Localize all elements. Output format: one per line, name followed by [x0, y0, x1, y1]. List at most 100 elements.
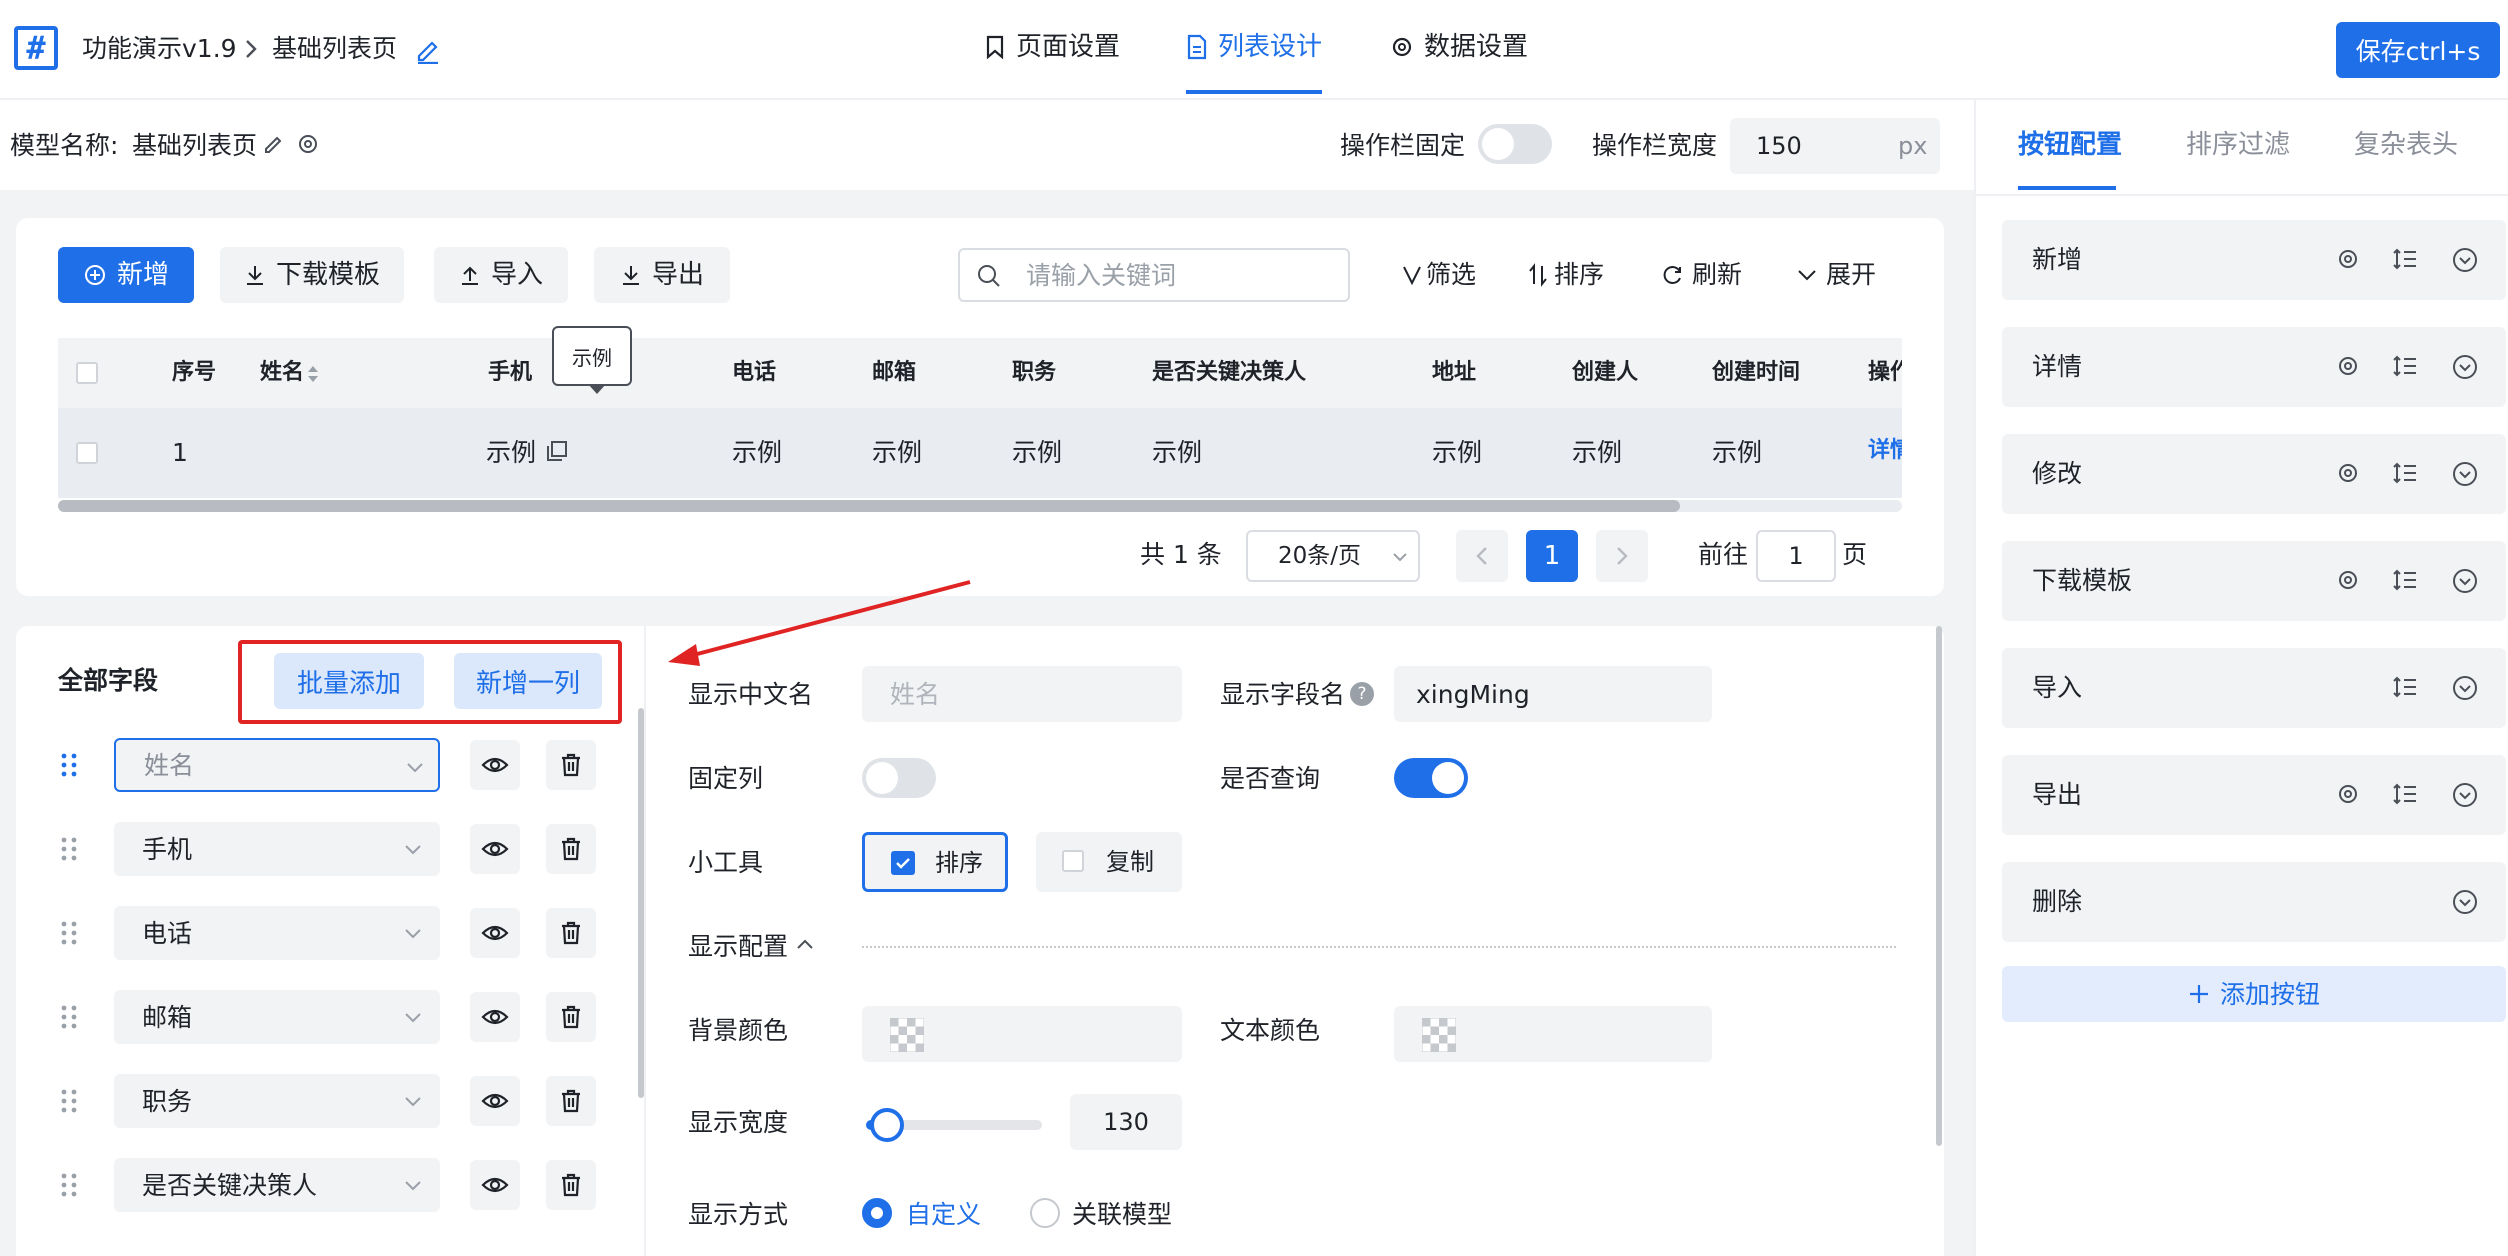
sort-list-icon[interactable]	[2392, 247, 2418, 271]
display-config-label[interactable]: 显示配置	[688, 934, 788, 959]
sort-list-icon[interactable]	[2392, 568, 2418, 592]
delete-trash-icon[interactable]	[546, 1160, 596, 1210]
visibility-eye-icon[interactable]	[470, 1076, 520, 1126]
chevron-down-icon[interactable]	[2452, 247, 2478, 273]
add-custom-button[interactable]: 添加按钮	[2002, 966, 2506, 1022]
drag-handle-icon[interactable]	[60, 836, 80, 862]
tab-complex-header[interactable]: 复杂表头	[2354, 132, 2458, 158]
page-size-select[interactable]: 20条/页	[1246, 530, 1420, 582]
expand-button[interactable]: 展开	[1796, 262, 1876, 287]
sort-list-icon[interactable]	[2392, 354, 2418, 378]
tool-copy-checkbox[interactable]: 复制	[1036, 832, 1182, 892]
add-button[interactable]: 新增	[58, 247, 194, 303]
field-select[interactable]: 邮箱	[114, 990, 440, 1044]
delete-trash-icon[interactable]	[546, 908, 596, 958]
select-all-checkbox[interactable]	[76, 362, 98, 384]
drag-handle-icon[interactable]	[60, 752, 80, 778]
fields-scrollbar[interactable]	[638, 708, 644, 1098]
query-switch[interactable]	[1394, 758, 1468, 798]
chevron-down-icon[interactable]	[2452, 354, 2478, 380]
delete-trash-icon[interactable]	[546, 992, 596, 1042]
bg-color-picker[interactable]	[862, 1006, 1182, 1062]
gear-icon[interactable]	[2336, 461, 2360, 485]
radio-related-model[interactable]	[1030, 1198, 1060, 1228]
filter-button[interactable]: 筛选	[1402, 262, 1476, 287]
delete-trash-icon[interactable]	[546, 824, 596, 874]
tab-page-settings[interactable]: 页面设置	[984, 34, 1120, 60]
keyword-search-input[interactable]: 请输入关键词	[958, 248, 1350, 302]
app-logo-icon[interactable]: #	[14, 26, 58, 70]
tab-button-config[interactable]: 按钮配置	[2018, 132, 2122, 158]
next-page-button[interactable]	[1596, 530, 1648, 582]
drag-handle-icon[interactable]	[60, 1004, 80, 1030]
chevron-up-icon[interactable]	[796, 938, 814, 950]
import-button[interactable]: 导入	[434, 247, 568, 303]
field-select[interactable]: 是否关键决策人	[114, 1158, 440, 1212]
edit-model-icon[interactable]	[262, 132, 286, 156]
gear-icon[interactable]	[2336, 354, 2360, 378]
visibility-eye-icon[interactable]	[470, 992, 520, 1042]
table-scrollbar-thumb[interactable]	[58, 500, 1680, 512]
fixed-action-bar-switch[interactable]	[1478, 124, 1552, 164]
add-column-button[interactable]: 新增一列	[454, 653, 602, 709]
prev-page-button[interactable]	[1456, 530, 1508, 582]
refresh-button[interactable]: 刷新	[1662, 262, 1742, 287]
drag-handle-icon[interactable]	[60, 920, 80, 946]
tool-sort-checkbox[interactable]: 排序	[862, 832, 1008, 892]
model-settings-gear-icon[interactable]	[296, 132, 320, 156]
fixed-column-switch[interactable]	[862, 758, 936, 798]
chevron-down-icon[interactable]	[2452, 461, 2478, 487]
gear-icon[interactable]	[2336, 782, 2360, 806]
visibility-eye-icon[interactable]	[470, 908, 520, 958]
sort-caret-icon[interactable]	[306, 362, 320, 386]
display-width-input[interactable]: 130	[1070, 1094, 1182, 1150]
cn-name-input[interactable]: 姓名	[862, 666, 1182, 722]
app-title[interactable]: 功能演示v1.9	[82, 36, 237, 61]
sort-list-icon[interactable]	[2392, 461, 2418, 485]
tab-list-design[interactable]: 列表设计	[1186, 34, 1322, 60]
export-button[interactable]: 导出	[594, 247, 730, 303]
sort-list-icon[interactable]	[2392, 675, 2418, 699]
sidebar-button-item[interactable]: 修改	[2002, 434, 2506, 514]
chevron-down-icon[interactable]	[2452, 889, 2478, 915]
copy-icon[interactable]	[546, 440, 568, 462]
sort-button[interactable]: 排序	[1528, 262, 1604, 287]
batch-add-button[interactable]: 批量添加	[274, 653, 424, 709]
edit-page-name-icon[interactable]	[414, 36, 442, 64]
text-color-picker[interactable]	[1394, 1006, 1712, 1062]
sidebar-button-item[interactable]: 删除	[2002, 862, 2506, 942]
save-button[interactable]: 保存ctrl+s	[2336, 22, 2500, 78]
width-slider-track[interactable]	[866, 1108, 1042, 1142]
sidebar-button-item[interactable]: 详情	[2002, 327, 2506, 407]
sidebar-button-item[interactable]: 导入	[2002, 648, 2506, 728]
visibility-eye-icon[interactable]	[470, 1160, 520, 1210]
tab-sort-filter[interactable]: 排序过滤	[2186, 132, 2290, 158]
row-detail-link[interactable]: 详情	[1868, 440, 1902, 462]
sort-list-icon[interactable]	[2392, 782, 2418, 806]
delete-trash-icon[interactable]	[546, 740, 596, 790]
table-row[interactable]	[58, 408, 1902, 498]
chevron-down-icon[interactable]	[2452, 568, 2478, 594]
download-template-button[interactable]: 下载模板	[220, 247, 404, 303]
visibility-eye-icon[interactable]	[470, 740, 520, 790]
delete-trash-icon[interactable]	[546, 1076, 596, 1126]
radio-related-model-label[interactable]: 关联模型	[1072, 1202, 1172, 1227]
drag-handle-icon[interactable]	[60, 1088, 80, 1114]
visibility-eye-icon[interactable]	[470, 824, 520, 874]
goto-page-input[interactable]: 1	[1756, 530, 1836, 582]
field-select[interactable]: 职务	[114, 1074, 440, 1128]
sidebar-button-item[interactable]: 新增	[2002, 220, 2506, 300]
gear-icon[interactable]	[2336, 247, 2360, 271]
chevron-down-icon[interactable]	[2452, 675, 2478, 701]
sidebar-button-item[interactable]: 导出	[2002, 755, 2506, 835]
width-slider-handle[interactable]	[870, 1108, 904, 1142]
action-bar-width-input[interactable]: 150 px	[1730, 118, 1940, 174]
gear-icon[interactable]	[2336, 568, 2360, 592]
col-name[interactable]: 姓名	[260, 362, 304, 384]
row-checkbox[interactable]	[76, 442, 98, 464]
field-select[interactable]: 手机	[114, 822, 440, 876]
field-name-input[interactable]: xingMing	[1394, 666, 1712, 722]
radio-custom-label[interactable]: 自定义	[906, 1202, 981, 1227]
tab-data-settings[interactable]: 数据设置	[1390, 34, 1528, 60]
field-select[interactable]: 姓名	[114, 738, 440, 792]
